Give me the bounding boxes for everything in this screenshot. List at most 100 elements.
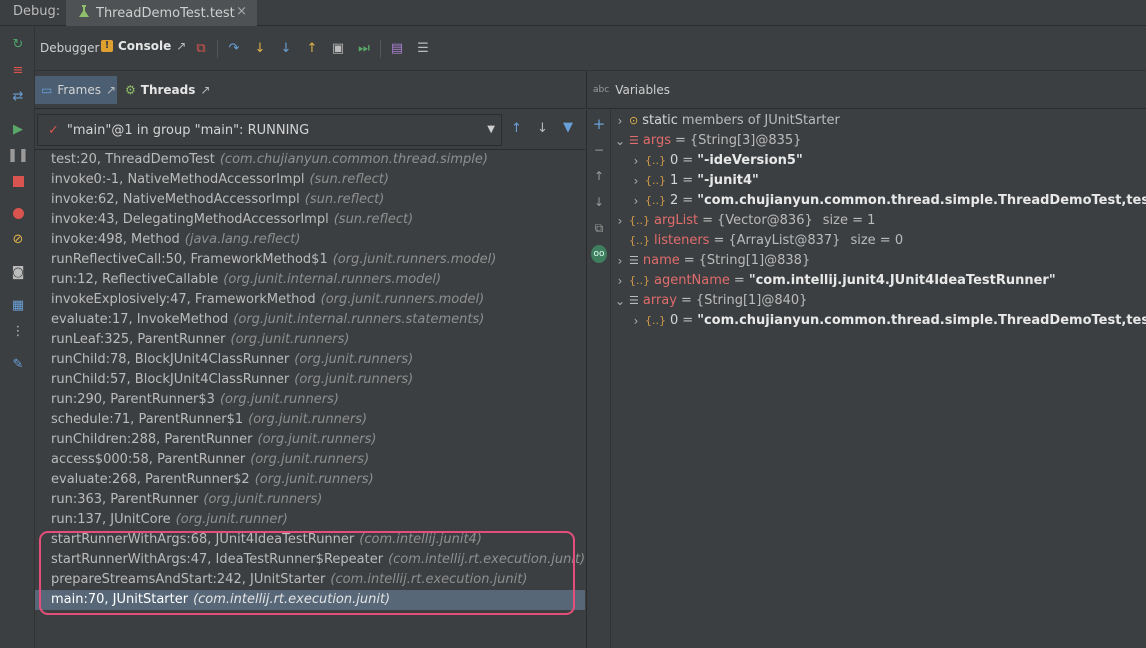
frame-row[interactable]: runChild:57, BlockJUnit4ClassRunner (org.… xyxy=(35,370,585,390)
check-icon: ✓ xyxy=(48,122,59,138)
equals-sign: = xyxy=(733,273,745,288)
layout-icon[interactable]: ▦ xyxy=(10,297,26,313)
variable-arglist[interactable]: › {..} argList = {Vector@836} size = 1 xyxy=(615,211,876,231)
tab-threads[interactable]: ⚙ Threads ↗ xyxy=(119,76,241,104)
frame-package: (org.junit.runners) xyxy=(294,372,414,387)
chevron-right-icon[interactable]: › xyxy=(615,271,625,291)
resume-icon[interactable]: ▶ xyxy=(10,121,26,137)
frame-down-icon[interactable]: ↓ xyxy=(537,121,548,136)
thread-combo[interactable]: ✓ "main"@1 in group "main": RUNNING ▼ xyxy=(37,114,502,146)
frame-row[interactable]: run:290, ParentRunner$3 (org.junit.runner… xyxy=(35,390,585,410)
settings-icon[interactable]: ☰ xyxy=(415,40,431,56)
frame-row[interactable]: access$000:58, ParentRunner (org.junit.ru… xyxy=(35,450,585,470)
variable-array[interactable]: ⌄ ☰ array = {String[1]@840} xyxy=(615,291,807,311)
frame-row[interactable]: invoke0:-1, NativeMethodAccessorImpl (sun… xyxy=(35,170,585,190)
frame-row[interactable]: run:137, JUnitCore (org.junit.runner) xyxy=(35,510,585,530)
variable-static[interactable]: › ⊙ static members of JUnitStarter xyxy=(615,111,840,131)
clear-icon[interactable]: ≡ xyxy=(10,62,26,78)
console-warning-icon: ! xyxy=(101,40,113,52)
variable-listeners[interactable]: {..} listeners = {ArrayList@837} size = … xyxy=(629,231,903,251)
frame-row[interactable]: invoke:62, NativeMethodAccessorImpl (sun.… xyxy=(35,190,585,210)
swap-icon[interactable]: ⇄ xyxy=(10,88,26,104)
watches-glasses-icon[interactable]: oo xyxy=(591,245,607,263)
show-execution-point-icon[interactable]: ↷ xyxy=(226,40,242,56)
move-up-icon[interactable]: ↑ xyxy=(591,168,607,184)
frame-row[interactable]: runLeaf:325, ParentRunner (org.junit.runn… xyxy=(35,330,585,350)
frame-row[interactable]: runChildren:288, ParentRunner (org.junit.… xyxy=(35,430,585,450)
pin-icon[interactable]: ✎ xyxy=(10,356,26,372)
frame-row[interactable]: evaluate:17, InvokeMethod (org.junit.inte… xyxy=(35,310,585,330)
frame-row[interactable]: evaluate:268, ParentRunner$2 (org.junit.r… xyxy=(35,470,585,490)
frames-threads-header: ▭ Frames ↗ ⚙ Threads ↗ xyxy=(35,71,585,109)
frame-row[interactable]: run:12, ReflectiveCallable (org.junit.int… xyxy=(35,270,585,290)
restore-icon[interactable]: ↗ xyxy=(200,83,210,97)
restore-icon[interactable]: ↗ xyxy=(176,39,186,53)
variable-agentname[interactable]: › {..} agentName = "com.intellij.junit4.… xyxy=(615,271,1056,291)
frame-row[interactable]: runChild:78, BlockJUnit4ClassRunner (org.… xyxy=(35,350,585,370)
variable-args-0[interactable]: › {..} 0 = "-ideVersion5" xyxy=(631,151,803,171)
tab-frames[interactable]: ▭ Frames ↗ xyxy=(35,76,117,104)
variable-args-2[interactable]: › {..} 2 = "com.chujianyun.common.thread… xyxy=(631,191,1146,211)
frame-row[interactable]: startRunnerWithArgs:68, JUnit4IdeaTestRu… xyxy=(35,530,585,550)
variable-value: "com.chujianyun.common.thread.simple.Thr… xyxy=(697,193,1146,208)
step-into-icon[interactable]: ↓ xyxy=(278,40,294,56)
pause-icon[interactable]: ❚❚ xyxy=(7,147,29,163)
variable-args-1[interactable]: › {..} 1 = "-junit4" xyxy=(631,171,759,191)
close-icon[interactable]: × xyxy=(236,4,247,19)
variable-name-field[interactable]: › ☰ name = {String[1]@838} xyxy=(615,251,811,271)
view-breakpoints-icon[interactable] xyxy=(10,205,26,221)
stop-icon[interactable] xyxy=(10,173,26,189)
frame-method: invoke:62, NativeMethodAccessorImpl xyxy=(51,192,300,207)
variable-value: {String[1]@840} xyxy=(695,293,808,308)
chevron-right-icon[interactable]: › xyxy=(631,151,641,171)
chevron-right-icon[interactable]: › xyxy=(615,211,625,231)
filter-icon[interactable]: ▼ xyxy=(563,120,573,135)
tab-thread-demo-test[interactable]: ThreadDemoTest.test × xyxy=(66,0,257,26)
frames-label: Frames xyxy=(57,83,101,97)
frame-row[interactable]: invokeExplosively:47, FrameworkMethod (or… xyxy=(35,290,585,310)
console-tab[interactable]: ! Console ↗ xyxy=(101,39,186,53)
frame-row[interactable]: run:363, ParentRunner (org.junit.runners) xyxy=(35,490,585,510)
step-over-icon[interactable]: ↓ xyxy=(252,40,268,56)
add-watch-icon[interactable]: + xyxy=(591,115,607,133)
more-icon[interactable]: ⋮ xyxy=(10,323,26,339)
frame-row[interactable]: main:70, JUnitStarter (com.intellij.rt.ex… xyxy=(35,590,585,610)
frame-row[interactable]: schedule:71, ParentRunner$1 (org.junit.ru… xyxy=(35,410,585,430)
move-down-icon[interactable]: ↓ xyxy=(591,194,607,210)
rerun-icon[interactable]: ↻ xyxy=(10,36,26,52)
restore-icon[interactable]: ↗ xyxy=(106,83,116,97)
frame-row[interactable]: startRunnerWithArgs:47, IdeaTestRunner$R… xyxy=(35,550,585,570)
variable-name: 2 xyxy=(670,193,679,208)
variables-header: abc Variables xyxy=(586,71,1146,109)
frame-up-icon[interactable]: ↑ xyxy=(511,121,522,136)
chevron-right-icon[interactable]: › xyxy=(615,251,625,271)
drop-frame-icon[interactable]: ▣ xyxy=(330,40,346,56)
variable-args[interactable]: ⌄ ☰ args = {String[3]@835} xyxy=(615,131,801,151)
chevron-right-icon[interactable]: › xyxy=(631,171,641,191)
variable-array-0[interactable]: › {..} 0 = "com.chujianyun.common.thread… xyxy=(631,311,1146,331)
frame-row[interactable]: invoke:43, DelegatingMethodAccessorImpl (… xyxy=(35,210,585,230)
camera-icon[interactable]: ◙ xyxy=(10,264,26,280)
remove-watch-icon[interactable]: − xyxy=(591,142,607,158)
mute-breakpoints-icon[interactable]: ⊘ xyxy=(10,231,26,247)
chevron-right-icon[interactable]: › xyxy=(631,311,641,331)
chevron-down-icon[interactable]: ⌄ xyxy=(615,291,625,311)
frame-method: run:12, ReflectiveCallable xyxy=(51,272,219,287)
frame-row[interactable]: invoke:498, Method (java.lang.reflect) xyxy=(35,230,585,250)
equals-sign: = xyxy=(713,233,725,248)
frame-row[interactable]: prepareStreamsAndStart:242, JUnitStarter… xyxy=(35,570,585,590)
restore-layout-icon[interactable]: ⧉ xyxy=(193,40,209,56)
console-label: Console xyxy=(118,39,172,53)
frame-row[interactable]: test:20, ThreadDemoTest (com.chujianyun.c… xyxy=(35,150,585,170)
run-to-cursor-icon[interactable]: ⏭ xyxy=(356,40,372,56)
equals-sign: = xyxy=(682,313,694,328)
debugger-tab[interactable]: Debugger xyxy=(40,41,99,55)
evaluate-expression-icon[interactable]: ▤ xyxy=(389,40,405,56)
chevron-down-icon[interactable]: ⌄ xyxy=(615,131,625,151)
step-out-icon[interactable]: ↑ xyxy=(304,40,320,56)
copy-icon[interactable]: ⧉ xyxy=(591,220,607,236)
frame-method: run:363, ParentRunner xyxy=(51,492,199,507)
chevron-right-icon[interactable]: › xyxy=(631,191,641,211)
frame-row[interactable]: runReflectiveCall:50, FrameworkMethod$1 (… xyxy=(35,250,585,270)
chevron-right-icon[interactable]: › xyxy=(615,111,625,131)
